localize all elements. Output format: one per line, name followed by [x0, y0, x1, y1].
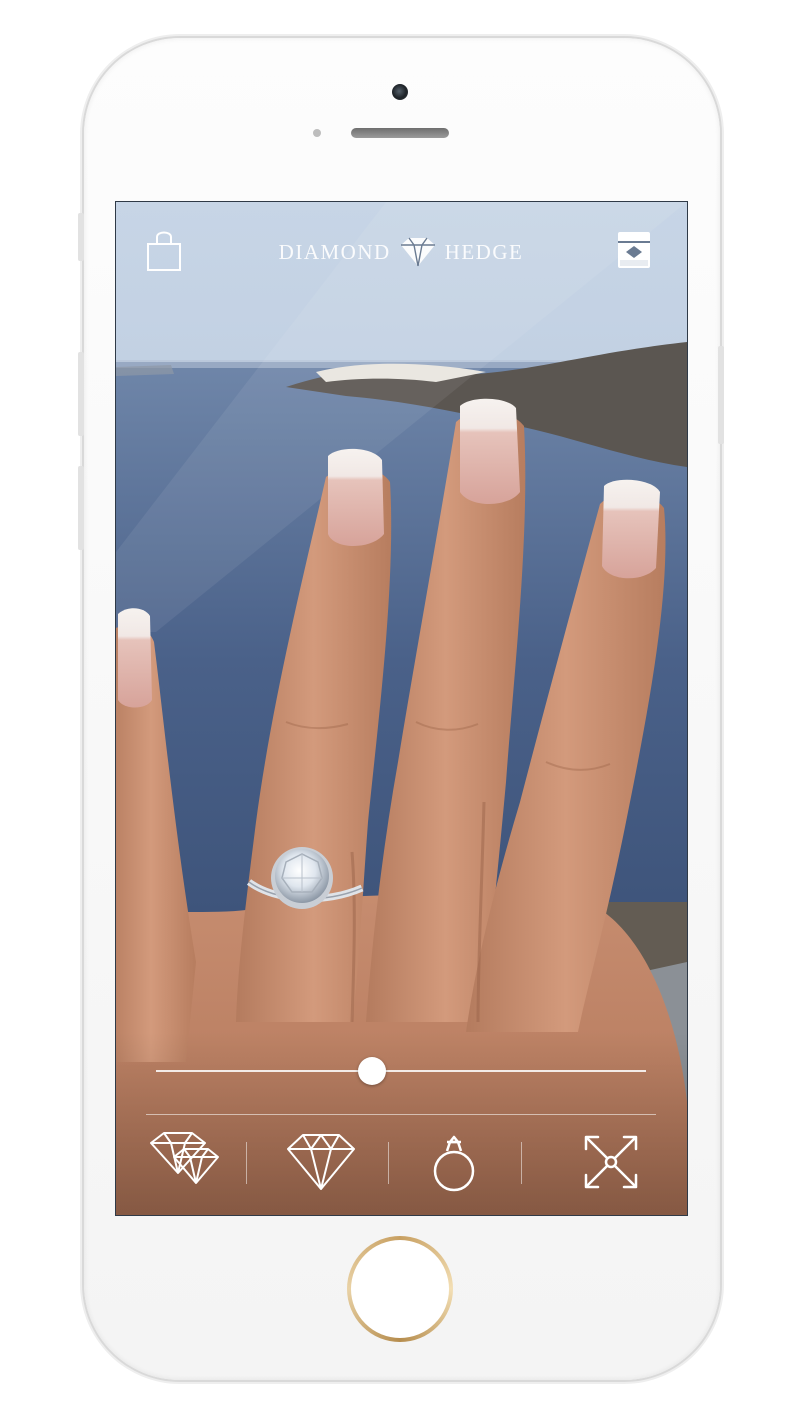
brand-word-right: HEDGE	[444, 239, 524, 264]
expand-arrows-icon	[584, 1135, 638, 1189]
fullscreen-button[interactable]	[571, 1127, 651, 1197]
home-button[interactable]	[347, 1236, 453, 1342]
toolbar-divider	[146, 1114, 656, 1115]
brand-logo: DIAMOND HEDGE	[236, 232, 566, 272]
toolbar-separator	[521, 1142, 522, 1184]
front-camera	[392, 84, 408, 100]
ring-box-icon[interactable]	[612, 228, 656, 272]
mute-switch	[78, 213, 84, 261]
toolbar-separator	[388, 1142, 389, 1184]
ring-button[interactable]	[416, 1127, 496, 1197]
slider-track	[156, 1070, 646, 1072]
diamond-logo-icon	[400, 237, 435, 267]
bottom-toolbar	[116, 1127, 687, 1197]
app-header: DIAMOND HEDGE	[116, 202, 687, 302]
slider-thumb[interactable]	[357, 1057, 386, 1085]
ring-icon	[433, 1135, 475, 1192]
shopping-bag-icon[interactable]	[144, 228, 184, 272]
multiple-diamonds-icon	[150, 1132, 219, 1184]
volume-up-button	[78, 352, 84, 436]
brand-word-left: DIAMOND	[278, 239, 391, 264]
diamond-icon	[287, 1134, 355, 1190]
proximity-sensor	[313, 129, 321, 137]
app-screen: DIAMOND HEDGE	[115, 201, 688, 1216]
diamond-button[interactable]	[281, 1127, 361, 1197]
collection-button[interactable]	[146, 1127, 226, 1197]
power-button	[718, 346, 724, 444]
ring-size-slider[interactable]	[156, 1057, 646, 1085]
volume-down-button	[78, 466, 84, 550]
toolbar-separator	[246, 1142, 247, 1184]
earpiece-speaker	[351, 128, 449, 138]
